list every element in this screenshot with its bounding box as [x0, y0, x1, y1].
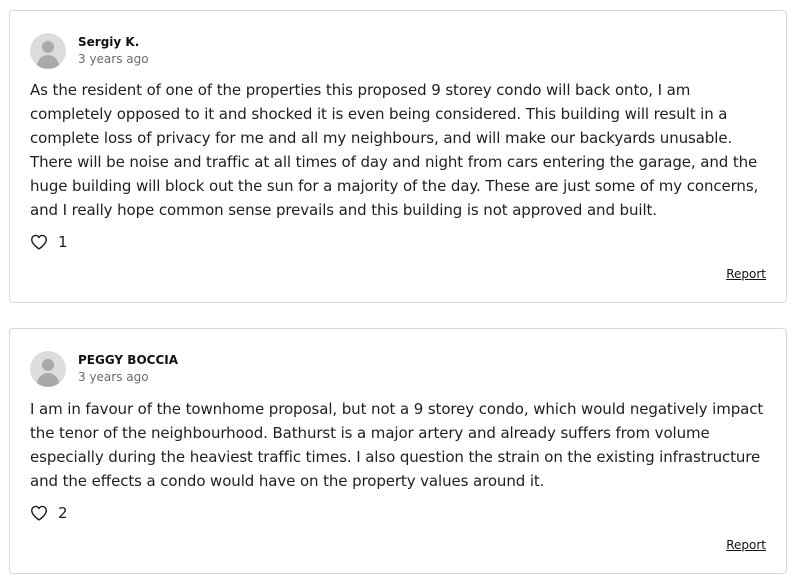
report-link[interactable]: Report: [726, 537, 766, 553]
user-avatar-icon: [42, 41, 54, 53]
comment-text: I am in favour of the townhome proposal,…: [30, 400, 764, 490]
author-name: Sergiy K.: [78, 35, 140, 49]
user-avatar-icon: [42, 359, 54, 371]
heart-icon: [31, 234, 47, 250]
like-button[interactable]: 1: [30, 233, 68, 251]
avatar: [30, 351, 66, 387]
comment-header: Sergiy K. 3 years ago: [30, 32, 149, 70]
like-button[interactable]: 2: [30, 504, 68, 522]
comment-card: PEGGY BOCCIA 3 years ago I am in favour …: [9, 328, 787, 574]
heart-icon: [31, 505, 47, 521]
comment-text: As the resident of one of the properties…: [30, 81, 759, 219]
report-link[interactable]: Report: [726, 266, 766, 282]
like-count: 2: [58, 504, 68, 522]
comment-header: PEGGY BOCCIA 3 years ago: [30, 350, 178, 388]
timestamp: 3 years ago: [78, 52, 149, 66]
comment-card: Sergiy K. 3 years ago As the resident of…: [9, 10, 787, 303]
comments-feed: Sergiy K. 3 years ago As the resident of…: [0, 0, 800, 582]
timestamp: 3 years ago: [78, 370, 149, 384]
comment-meta: Sergiy K. 3 years ago: [78, 34, 149, 68]
avatar: [30, 33, 66, 69]
comment-meta: PEGGY BOCCIA 3 years ago: [78, 352, 178, 386]
like-count: 1: [58, 233, 68, 251]
author-name: PEGGY BOCCIA: [78, 353, 179, 367]
